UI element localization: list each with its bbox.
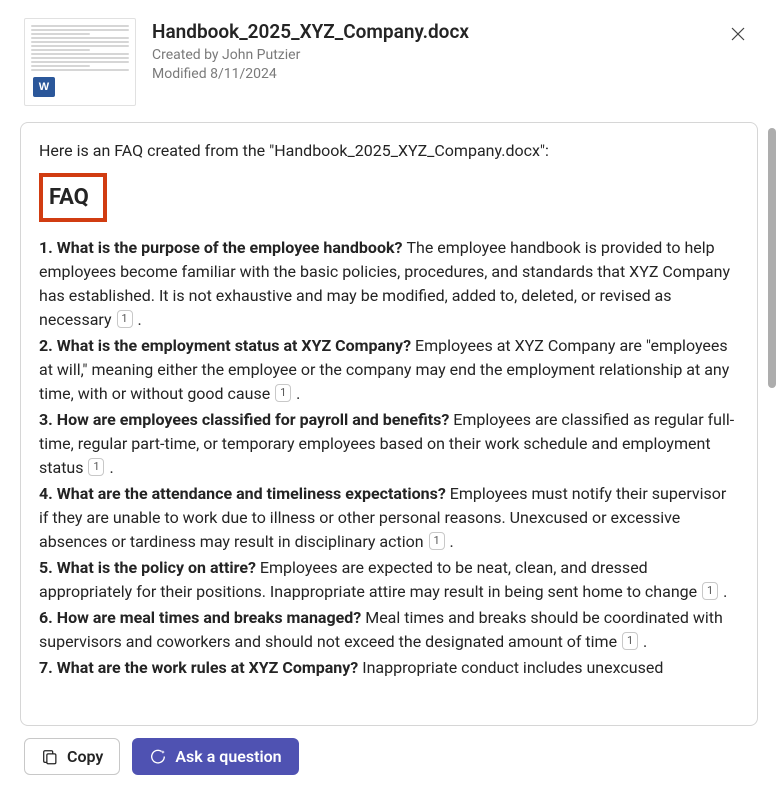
response-body: Here is an FAQ created from the "Handboo…: [21, 123, 757, 698]
copy-label: Copy: [67, 747, 103, 766]
faq-question: 6. How are meal times and breaks managed…: [39, 608, 365, 627]
faq-item: 3. How are employees classified for payr…: [39, 408, 739, 480]
faq-question: 3. How are employees classified for payr…: [39, 410, 453, 429]
footer-actions: Copy Ask a question: [0, 726, 778, 775]
faq-list: 1. What is the purpose of the employee h…: [39, 236, 739, 680]
close-button[interactable]: [722, 18, 754, 50]
response-intro: Here is an FAQ created from the "Handboo…: [39, 139, 739, 163]
document-header: Handbook_2025_XYZ_Company.docx Created b…: [0, 0, 778, 122]
faq-item: 4. What are the attendance and timelines…: [39, 482, 739, 554]
document-title: Handbook_2025_XYZ_Company.docx: [152, 20, 706, 44]
faq-item: 5. What is the policy on attire? Employe…: [39, 556, 739, 604]
faq-item: 2. What is the employment status at XYZ …: [39, 334, 739, 406]
word-icon: [33, 77, 55, 97]
citation-badge[interactable]: 1: [275, 384, 291, 402]
faq-heading-highlight: FAQ: [39, 173, 107, 222]
close-icon: [730, 26, 746, 42]
faq-question: 7. What are the work rules at XYZ Compan…: [39, 658, 362, 677]
document-created-by: Created by John Putzier: [152, 46, 706, 65]
copy-icon: [41, 748, 59, 766]
faq-question: 2. What is the employment status at XYZ …: [39, 336, 415, 355]
faq-question: 4. What are the attendance and timelines…: [39, 484, 450, 503]
response-card: Here is an FAQ created from the "Handboo…: [20, 122, 758, 726]
citation-badge[interactable]: 1: [622, 632, 638, 650]
citation-badge[interactable]: 1: [117, 310, 133, 328]
faq-question: 1. What is the purpose of the employee h…: [39, 238, 406, 257]
vertical-scrollbar[interactable]: [768, 128, 776, 388]
ask-question-button[interactable]: Ask a question: [132, 738, 298, 775]
faq-heading: FAQ: [49, 181, 89, 214]
document-modified: Modified 8/11/2024: [152, 65, 706, 84]
copy-button[interactable]: Copy: [24, 738, 120, 775]
document-thumbnail[interactable]: [24, 18, 136, 106]
faq-answer: Inappropriate conduct includes unexcused: [362, 658, 663, 677]
citation-badge[interactable]: 1: [429, 532, 445, 550]
faq-item: 1. What is the purpose of the employee h…: [39, 236, 739, 332]
faq-question: 5. What is the policy on attire?: [39, 558, 260, 577]
chat-sparkle-icon: [149, 748, 167, 766]
document-meta: Handbook_2025_XYZ_Company.docx Created b…: [152, 18, 706, 84]
faq-item: 6. How are meal times and breaks managed…: [39, 606, 739, 654]
ask-label: Ask a question: [175, 747, 281, 766]
faq-item: 7. What are the work rules at XYZ Compan…: [39, 656, 739, 680]
citation-badge[interactable]: 1: [702, 582, 718, 600]
citation-badge[interactable]: 1: [88, 458, 104, 476]
